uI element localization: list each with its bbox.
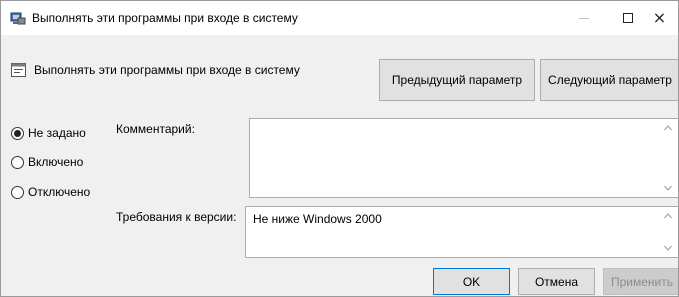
- scroll-up-arrow-icon[interactable]: [664, 125, 672, 131]
- radio-button[interactable]: [11, 155, 24, 169]
- radio-label: Не задано: [28, 126, 86, 140]
- ok-button[interactable]: OK: [433, 268, 510, 295]
- next-setting-button[interactable]: Следующий параметр: [540, 59, 678, 101]
- scroll-up-arrow-icon[interactable]: [664, 213, 672, 219]
- radio-disabled[interactable]: Отключено: [11, 185, 90, 199]
- maximize-icon: [623, 13, 633, 23]
- requirements-label: Требования к версии:: [116, 210, 237, 224]
- title-bar: Выполнять эти программы при входе в сист…: [1, 1, 678, 35]
- policy-name: Выполнять эти программы при входе в сист…: [34, 63, 300, 77]
- radio-enabled[interactable]: Включено: [11, 155, 83, 169]
- apply-button[interactable]: Применить: [603, 268, 678, 295]
- minimize-button[interactable]: [562, 1, 606, 35]
- scroll-down-arrow-icon[interactable]: [664, 185, 672, 191]
- requirements-textbox: Не ниже Windows 2000: [245, 206, 678, 258]
- radio-button[interactable]: [11, 185, 24, 199]
- policy-dialog-window: Выполнять эти программы при входе в сист…: [0, 0, 679, 297]
- scroll-down-arrow-icon[interactable]: [664, 245, 672, 251]
- radio-not-configured[interactable]: Не задано: [11, 126, 86, 140]
- window-title: Выполнять эти программы при входе в сист…: [32, 11, 298, 25]
- close-button[interactable]: ×: [641, 1, 678, 35]
- comment-textarea[interactable]: [249, 118, 678, 198]
- cancel-button[interactable]: Отмена: [518, 268, 595, 295]
- comment-label: Комментарий:: [116, 122, 195, 136]
- minimize-icon: [579, 17, 589, 19]
- radio-button-selected[interactable]: [11, 126, 24, 140]
- policy-setting-icon: [11, 63, 26, 77]
- requirements-value: Не ниже Windows 2000: [253, 212, 382, 226]
- radio-label: Отключено: [28, 185, 91, 199]
- close-icon: ×: [652, 8, 667, 27]
- group-policy-icon: [10, 12, 26, 25]
- previous-setting-button[interactable]: Предыдущий параметр: [379, 59, 535, 101]
- radio-label: Включено: [28, 155, 84, 169]
